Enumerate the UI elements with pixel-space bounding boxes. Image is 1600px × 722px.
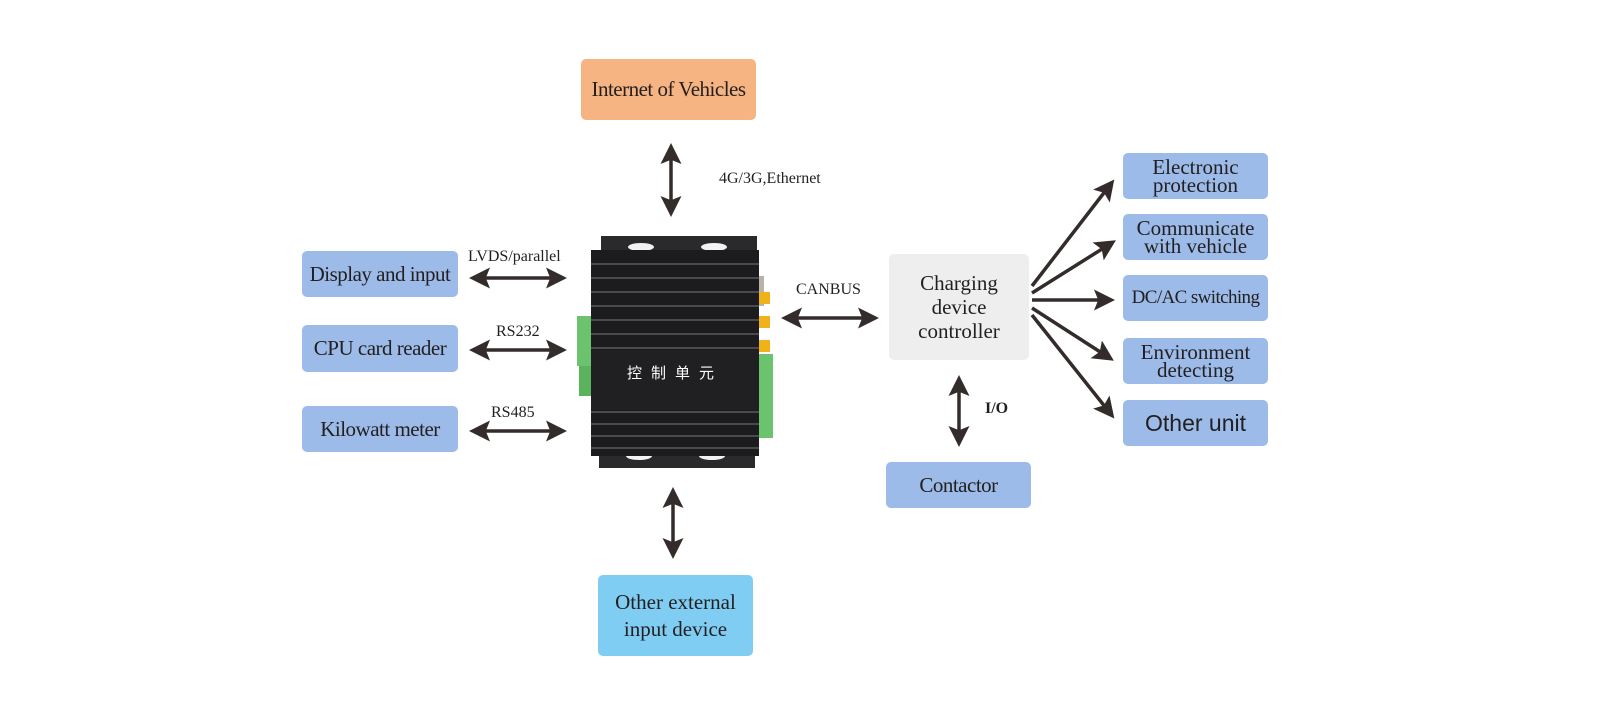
control-unit-label: 控制单元: [626, 364, 723, 382]
link-label-rs232: RS232: [496, 323, 540, 340]
output-line2: with vehicle: [1143, 234, 1248, 258]
output-other-unit: Other unit: [1123, 400, 1268, 446]
output-line2: protection: [1152, 173, 1239, 197]
link-label-rs485: RS485: [491, 404, 535, 421]
output-line1: DC/AC switching: [1131, 287, 1260, 308]
output-electronic-protection: Electronic protection: [1123, 153, 1268, 199]
control-unit-image: [577, 236, 773, 468]
link-label-canbus: CANBUS: [796, 281, 861, 298]
contactor-box: Contactor: [886, 462, 1031, 508]
cpu-card-reader-label: CPU card reader: [313, 336, 447, 360]
contactor-label: Contactor: [919, 472, 998, 497]
arrow-out-other: [1030, 313, 1115, 419]
arrow-out-electronic: [1030, 179, 1115, 288]
internet-of-vehicles-label: Internet of Vehicles: [591, 77, 746, 101]
external-label-line2: input device: [623, 616, 728, 641]
kilowatt-meter-label: Kilowatt meter: [320, 416, 440, 441]
controller-label-line3: controller: [918, 319, 1000, 343]
output-dcac-switching: DC/AC switching: [1123, 275, 1268, 321]
internet-of-vehicles-box: Internet of Vehicles: [581, 59, 756, 120]
connection-arrows: [469, 143, 1116, 559]
link-label-4g: 4G/3G,Ethernet: [719, 170, 821, 187]
output-communicate-vehicle: Communicate with vehicle: [1123, 214, 1268, 260]
link-label-lvds: LVDS/parallel: [468, 248, 561, 265]
other-external-input-box: Other external input device: [598, 575, 753, 656]
output-line2: detecting: [1157, 358, 1234, 382]
display-input-label: Display and input: [309, 261, 451, 286]
link-label-io: I/O: [985, 400, 1009, 417]
cpu-card-reader-box: CPU card reader: [302, 325, 458, 372]
output-environment-detecting: Environment detecting: [1123, 338, 1268, 384]
controller-label-line2: device: [931, 295, 987, 319]
display-input-box: Display and input: [302, 251, 458, 297]
external-label-line1: Other external: [615, 589, 736, 614]
output-line1: Other unit: [1145, 409, 1246, 436]
charging-device-controller-box: Charging device controller: [889, 254, 1029, 360]
arrow-out-environment: [1031, 306, 1114, 361]
kilowatt-meter-box: Kilowatt meter: [302, 406, 458, 452]
controller-label-line1: Charging: [920, 271, 998, 295]
control-unit-device: 控制单元: [575, 236, 775, 468]
